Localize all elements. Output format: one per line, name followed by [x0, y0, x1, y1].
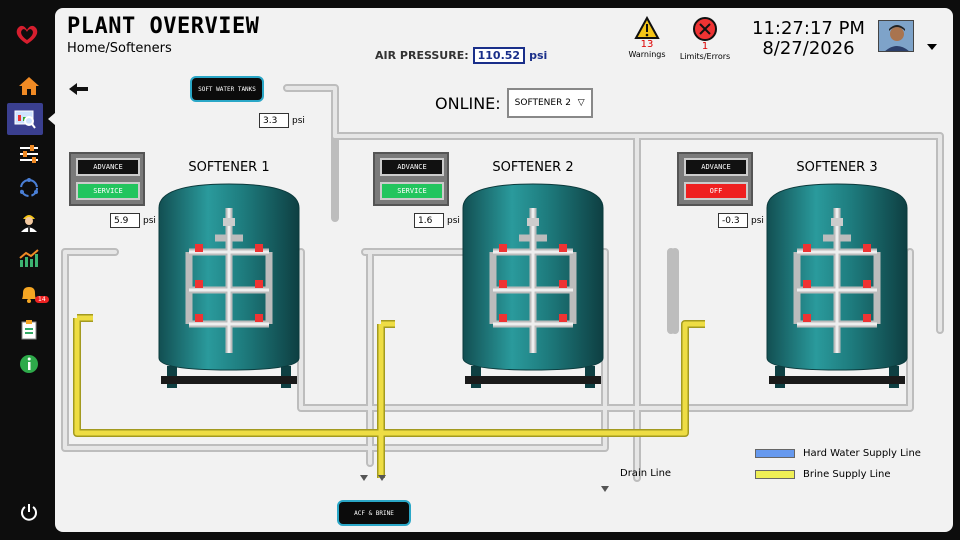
legend-brine: Brine Supply Line [755, 469, 891, 480]
softener-2-psi-value: 1.6 [414, 213, 444, 228]
sliders-icon [20, 145, 38, 163]
sidebar: 14 [0, 0, 55, 540]
softener-2-advance-button[interactable]: ADVANCE [380, 158, 444, 176]
softener-3-psi-unit: psi [751, 215, 764, 226]
legend-hard-water-swatch [755, 449, 795, 458]
sidebar-item-alarms[interactable]: 14 [9, 278, 49, 310]
softener-2-name: SOFTENER 2 [492, 160, 574, 175]
soft-water-psi-value: 3.3 [259, 113, 289, 128]
worker-icon [21, 215, 37, 232]
sidebar-item-settings[interactable] [9, 138, 49, 170]
softener-2-control: ADVANCE SERVICE [373, 152, 449, 206]
sidebar-item-home[interactable] [9, 70, 49, 102]
soft-water-psi: 3.3 psi [259, 113, 305, 128]
sidebar-item-info[interactable] [9, 348, 49, 380]
chevron-down-icon: ▽ [577, 98, 585, 108]
softener-3-name: SOFTENER 3 [796, 160, 878, 175]
legend-brine-label: Brine Supply Line [803, 469, 891, 480]
clipboard-icon [21, 320, 37, 340]
legend-hard-water: Hard Water Supply Line [755, 448, 921, 459]
softener-2-status-button[interactable]: SERVICE [380, 182, 444, 200]
soft-water-tanks-tag[interactable]: SOFT WATER TANKS [190, 76, 264, 102]
softener-1-advance-button[interactable]: ADVANCE [76, 158, 140, 176]
softener-2-psi-unit: psi [447, 215, 460, 226]
acf-brine-tag[interactable]: ACF & BRINE [337, 500, 411, 526]
main-panel: PLANT OVERVIEW Home/Softeners AIR PRESSU… [55, 8, 953, 532]
active-pointer [48, 113, 55, 125]
softener-3-control: ADVANCE OFF [677, 152, 753, 206]
online-softener-select[interactable]: SOFTENER 2 ▽ [506, 88, 593, 118]
sidebar-item-overview[interactable] [7, 103, 43, 135]
softener-1-name: SOFTENER 1 [188, 160, 270, 175]
cycle-icon [20, 178, 38, 197]
monitor-search-icon [14, 110, 36, 129]
softener-1-psi: 5.9 psi [110, 213, 156, 228]
sidebar-item-cycle[interactable] [9, 172, 49, 204]
info-icon [20, 355, 38, 373]
online-selector: ONLINE: SOFTENER 2 ▽ [435, 88, 593, 118]
softener-1-tank[interactable] [158, 183, 300, 388]
softener-2-psi: 1.6 psi [414, 213, 460, 228]
soft-water-psi-unit: psi [292, 115, 305, 126]
sidebar-item-reports[interactable] [9, 314, 49, 346]
sidebar-item-power[interactable] [9, 496, 49, 528]
legend-hard-water-label: Hard Water Supply Line [803, 448, 921, 459]
softener-3-advance-button[interactable]: ADVANCE [684, 158, 748, 176]
softener-2-tank[interactable] [462, 183, 604, 388]
sidebar-item-trends[interactable] [9, 242, 49, 274]
softener-1-psi-value: 5.9 [110, 213, 140, 228]
softener-3-status-button[interactable]: OFF [684, 182, 748, 200]
power-icon [21, 504, 37, 521]
logo [14, 24, 40, 50]
chart-icon [19, 249, 39, 267]
alarm-badge: 14 [35, 296, 49, 303]
drain-line-label: Drain Line [620, 468, 672, 479]
softener-1-psi-unit: psi [143, 215, 156, 226]
legend-brine-swatch [755, 470, 795, 479]
online-selected-value: SOFTENER 2 [514, 98, 571, 108]
home-icon [19, 77, 39, 95]
sidebar-item-operator[interactable] [9, 206, 49, 238]
online-label: ONLINE: [435, 93, 501, 113]
softener-3-psi: -0.3 psi [718, 213, 764, 228]
softener-1-control: ADVANCE SERVICE [69, 152, 145, 206]
softener-1-status-button[interactable]: SERVICE [76, 182, 140, 200]
softener-3-psi-value: -0.3 [718, 213, 748, 228]
softener-3-tank[interactable] [766, 183, 908, 388]
